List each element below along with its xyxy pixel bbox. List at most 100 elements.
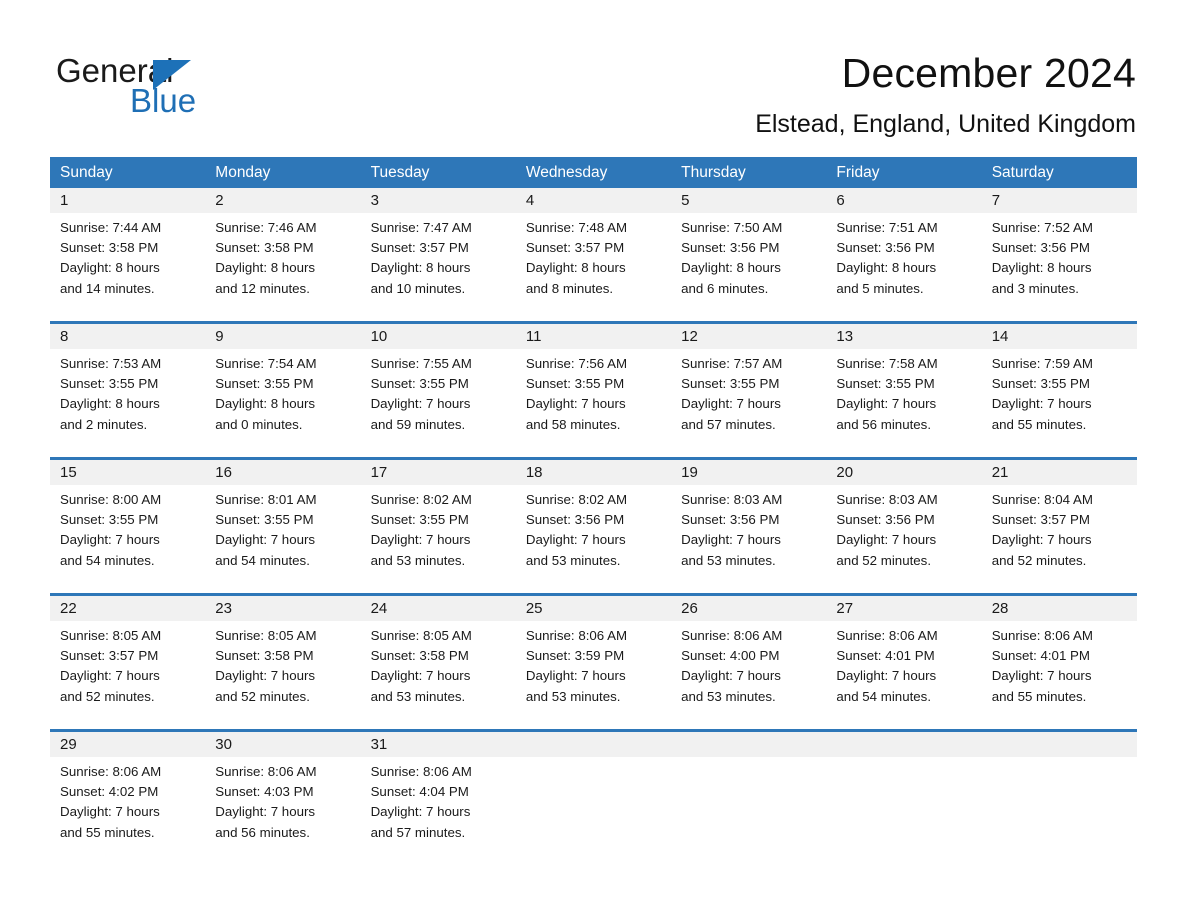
sunset-text: Sunset: 3:55 PM xyxy=(836,376,935,392)
day-number[interactable]: 7 xyxy=(982,188,1137,213)
daylight-text-line2: and 2 minutes. xyxy=(60,416,148,432)
sunrise-text: Sunrise: 8:06 AM xyxy=(60,764,162,779)
week-info-band: Sunrise: 8:05 AM Sunset: 3:57 PM Dayligh… xyxy=(50,621,1137,717)
daylight-text-line1: Daylight: 7 hours xyxy=(60,668,160,684)
day-cell: Sunrise: 7:50 AM Sunset: 3:56 PM Dayligh… xyxy=(671,213,826,309)
day-number[interactable]: 28 xyxy=(982,596,1137,621)
sunrise-text: Sunrise: 7:47 AM xyxy=(370,220,472,235)
sunrise-text: Sunrise: 7:56 AM xyxy=(525,356,628,371)
day-cell-empty xyxy=(671,757,826,853)
logo-text-blue: Blue xyxy=(130,82,197,119)
day-cell: Sunrise: 7:52 AM Sunset: 3:56 PM Dayligh… xyxy=(982,213,1137,309)
day-cell: Sunrise: 8:05 AM Sunset: 3:58 PM Dayligh… xyxy=(361,621,516,717)
sunset-text: Sunset: 3:55 PM xyxy=(60,512,159,528)
daylight-text-line2: and 54 minutes. xyxy=(215,552,310,568)
day-number[interactable]: 17 xyxy=(361,460,516,485)
daylight-text-line1: Daylight: 7 hours xyxy=(215,668,316,684)
day-number[interactable]: 9 xyxy=(205,324,360,349)
day-number[interactable]: 14 xyxy=(982,324,1137,349)
weekday-header-monday: Monday xyxy=(215,164,271,181)
day-cell: Sunrise: 8:02 AM Sunset: 3:55 PM Dayligh… xyxy=(361,485,516,581)
daylight-text-line2: and 56 minutes. xyxy=(215,824,310,840)
day-number[interactable]: 1 xyxy=(50,188,205,213)
sunrise-text: Sunrise: 8:05 AM xyxy=(60,628,162,643)
sunrise-text: Sunrise: 8:05 AM xyxy=(370,628,472,643)
week-row: 1 2 3 4 5 6 7 Sunrise: 7:44 AM Sunset: 3… xyxy=(50,188,1137,309)
day-number[interactable]: 19 xyxy=(671,460,826,485)
sunrise-text: Sunrise: 8:06 AM xyxy=(525,628,628,643)
sunset-text: Sunset: 4:04 PM xyxy=(370,784,469,800)
daylight-text-line1: Daylight: 7 hours xyxy=(215,804,316,820)
day-number[interactable]: 29 xyxy=(50,732,205,757)
day-cell: Sunrise: 8:01 AM Sunset: 3:55 PM Dayligh… xyxy=(205,485,360,581)
day-number[interactable]: 21 xyxy=(982,460,1137,485)
daylight-text-line1: Daylight: 7 hours xyxy=(681,668,781,684)
day-number[interactable]: 23 xyxy=(205,596,360,621)
daylight-text-line2: and 8 minutes. xyxy=(525,280,614,296)
page-title: December 2024 xyxy=(841,50,1136,96)
sunset-text: Sunset: 4:01 PM xyxy=(991,648,1090,664)
daylight-text-line1: Daylight: 8 hours xyxy=(60,260,160,276)
day-number[interactable]: 20 xyxy=(826,460,981,485)
day-number[interactable]: 22 xyxy=(50,596,205,621)
sunset-text: Sunset: 3:58 PM xyxy=(215,240,314,256)
day-number[interactable]: 15 xyxy=(50,460,205,485)
sunset-text: Sunset: 3:59 PM xyxy=(525,648,625,664)
day-number[interactable]: 10 xyxy=(361,324,516,349)
sunset-text: Sunset: 4:00 PM xyxy=(681,648,780,664)
sunset-text: Sunset: 3:55 PM xyxy=(60,376,159,392)
sunrise-text: Sunrise: 7:46 AM xyxy=(215,220,317,235)
day-cell: Sunrise: 7:48 AM Sunset: 3:57 PM Dayligh… xyxy=(516,213,671,309)
day-number[interactable]: 31 xyxy=(361,732,516,757)
day-number[interactable]: 24 xyxy=(361,596,516,621)
day-number[interactable]: 3 xyxy=(361,188,516,213)
sunrise-text: Sunrise: 7:50 AM xyxy=(681,220,783,235)
daylight-text-line2: and 12 minutes. xyxy=(215,280,310,296)
daylight-text-line2: and 52 minutes. xyxy=(991,552,1087,568)
day-number[interactable]: 13 xyxy=(826,324,981,349)
day-cell: Sunrise: 7:53 AM Sunset: 3:55 PM Dayligh… xyxy=(50,349,205,445)
daylight-text-line1: Daylight: 7 hours xyxy=(681,532,781,548)
day-number[interactable]: 27 xyxy=(826,596,981,621)
daylight-text-line2: and 54 minutes. xyxy=(836,688,932,704)
day-cell: Sunrise: 8:03 AM Sunset: 3:56 PM Dayligh… xyxy=(671,485,826,581)
day-number[interactable]: 30 xyxy=(205,732,360,757)
sunset-text: Sunset: 3:58 PM xyxy=(60,240,159,256)
daylight-text-line2: and 53 minutes. xyxy=(525,552,621,568)
page-header: General Blue December 2024 Elstead, Engl… xyxy=(0,0,1188,150)
day-number[interactable]: 18 xyxy=(516,460,671,485)
day-number[interactable]: 2 xyxy=(205,188,360,213)
daylight-text-line2: and 56 minutes. xyxy=(836,416,932,432)
daylight-text-line1: Daylight: 7 hours xyxy=(370,532,471,548)
day-number[interactable]: 5 xyxy=(671,188,826,213)
daylight-text-line1: Daylight: 7 hours xyxy=(525,396,626,412)
sunrise-text: Sunrise: 8:06 AM xyxy=(370,764,472,779)
daylight-text-line1: Daylight: 8 hours xyxy=(836,260,937,276)
daylight-text-line2: and 53 minutes. xyxy=(370,688,466,704)
sunrise-text: Sunrise: 8:03 AM xyxy=(836,492,938,507)
daylight-text-line2: and 10 minutes. xyxy=(370,280,466,296)
weekday-header-sunday: Sunday xyxy=(60,164,113,181)
day-number[interactable]: 16 xyxy=(205,460,360,485)
weekday-header-friday: Friday xyxy=(836,164,880,181)
sunrise-text: Sunrise: 7:55 AM xyxy=(370,356,472,371)
sunset-text: Sunset: 3:55 PM xyxy=(681,376,780,392)
daylight-text-line2: and 14 minutes. xyxy=(60,280,155,296)
day-cell-empty xyxy=(826,757,981,853)
day-cell: Sunrise: 8:06 AM Sunset: 3:59 PM Dayligh… xyxy=(516,621,671,717)
calendar-table: Sunday Monday Tuesday Wednesday Thursday… xyxy=(50,157,1137,853)
day-number[interactable]: 12 xyxy=(671,324,826,349)
day-number[interactable]: 6 xyxy=(826,188,981,213)
day-number[interactable]: 25 xyxy=(516,596,671,621)
daylight-text-line2: and 52 minutes. xyxy=(836,552,932,568)
day-number[interactable]: 8 xyxy=(50,324,205,349)
day-number[interactable]: 26 xyxy=(671,596,826,621)
day-cell-empty xyxy=(982,757,1137,853)
sunset-text: Sunset: 3:55 PM xyxy=(370,512,469,528)
sunset-text: Sunset: 3:56 PM xyxy=(525,512,625,528)
day-number[interactable]: 11 xyxy=(516,324,671,349)
sunrise-text: Sunrise: 8:00 AM xyxy=(60,492,162,507)
day-number-empty xyxy=(671,732,826,757)
day-number[interactable]: 4 xyxy=(516,188,671,213)
daylight-text-line2: and 54 minutes. xyxy=(60,552,155,568)
